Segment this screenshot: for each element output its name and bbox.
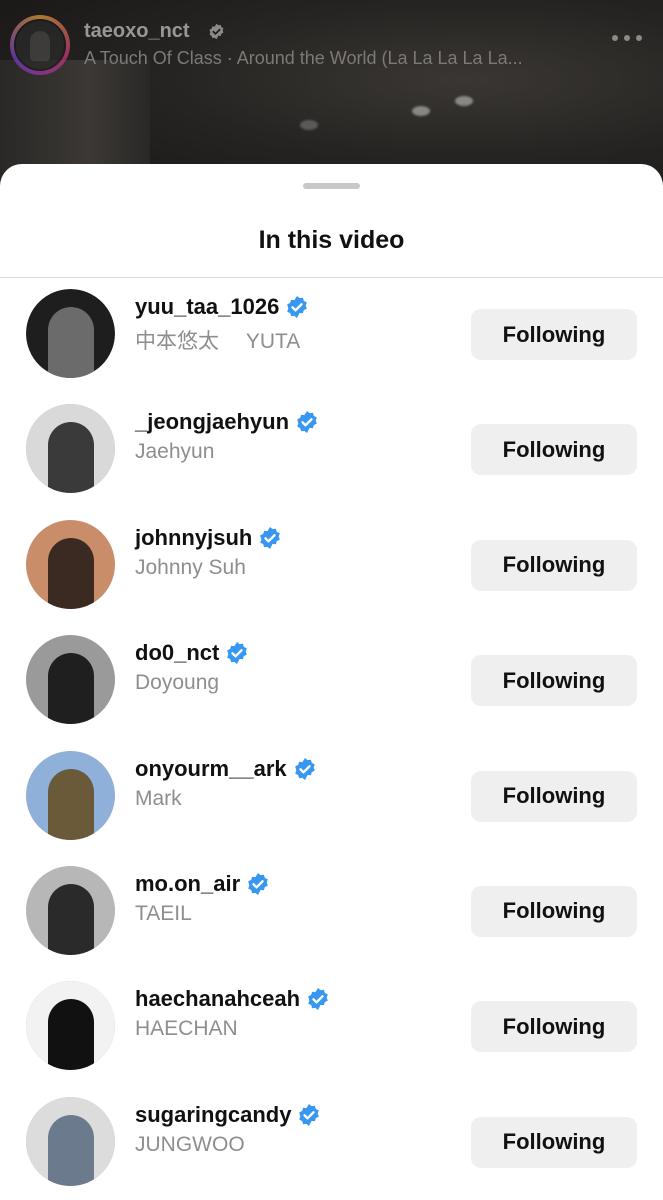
- following-button[interactable]: Following: [471, 1116, 637, 1168]
- following-button[interactable]: Following: [471, 539, 637, 591]
- sheet-title: In this video: [258, 226, 405, 254]
- username[interactable]: do0_nct: [135, 640, 219, 666]
- tagged-user-list: yuu_taa_1026 中本悠太 YUTA Following _jeongj…: [0, 277, 663, 1200]
- video-light: [455, 96, 473, 106]
- in-this-video-sheet: In this video yuu_taa_1026 中本悠太 YUTA Fol…: [0, 164, 663, 1200]
- video-light: [412, 106, 430, 116]
- full-name: Jaehyun: [135, 440, 215, 464]
- user-row-johnnyjsuh[interactable]: johnnyjsuh Johnny Suh Following: [0, 508, 663, 623]
- video-light: [300, 120, 318, 130]
- avatar[interactable]: [26, 865, 115, 955]
- user-row-sugaringcandy[interactable]: sugaringcandy JUNGWOO Following: [0, 1085, 663, 1200]
- username[interactable]: sugaringcandy: [135, 1102, 291, 1128]
- more-options-icon[interactable]: [612, 33, 642, 43]
- user-row-yuu-taa-1026[interactable]: yuu_taa_1026 中本悠太 YUTA Following: [0, 277, 663, 392]
- avatar[interactable]: [26, 1096, 115, 1186]
- username-line: _jeongjaehyun: [135, 409, 319, 435]
- avatar[interactable]: [26, 981, 115, 1071]
- verified-badge-icon: [227, 642, 248, 665]
- avatar[interactable]: [26, 519, 115, 609]
- user-row-jeongjaehyun[interactable]: _jeongjaehyun Jaehyun Following: [0, 392, 663, 507]
- verified-badge-icon: [260, 526, 281, 549]
- audio-track-subtitle[interactable]: A Touch Of Class · Around the World (La …: [84, 48, 523, 69]
- full-name: HAECHAN: [135, 1017, 238, 1041]
- username-line: do0_nct: [135, 640, 249, 666]
- following-button[interactable]: Following: [471, 1001, 637, 1053]
- full-name: Doyoung: [135, 671, 220, 695]
- following-button[interactable]: Following: [471, 885, 637, 937]
- following-button[interactable]: Following: [471, 770, 637, 822]
- verified-badge-icon: [209, 23, 224, 40]
- avatar[interactable]: [26, 750, 115, 840]
- username[interactable]: mo.on_air: [135, 871, 240, 897]
- verified-badge-icon: [248, 872, 268, 895]
- username-line: sugaringcandy: [135, 1102, 321, 1128]
- following-button[interactable]: Following: [471, 424, 637, 476]
- avatar[interactable]: [26, 635, 115, 725]
- following-button[interactable]: Following: [471, 309, 637, 360]
- header-username[interactable]: taeoxo_nct: [84, 20, 190, 43]
- following-button[interactable]: Following: [471, 655, 637, 707]
- full-name: JUNGWOO: [135, 1132, 245, 1156]
- verified-badge-icon: [308, 988, 328, 1011]
- username-line: yuu_taa_1026: [135, 294, 309, 320]
- username[interactable]: haechanahceah: [135, 986, 300, 1012]
- verified-badge-icon: [294, 757, 315, 780]
- full-name: 中本悠太 YUTA: [135, 330, 301, 353]
- verified-badge-icon: [297, 411, 317, 434]
- full-name: Johnny Suh: [135, 555, 246, 579]
- username[interactable]: johnnyjsuh: [135, 525, 252, 551]
- avatar[interactable]: [26, 404, 115, 494]
- user-row-onyourm-ark[interactable]: onyourm__ark Mark Following: [0, 739, 663, 854]
- username[interactable]: _jeongjaehyun: [135, 409, 289, 435]
- username[interactable]: onyourm__ark: [135, 756, 287, 782]
- username-line: onyourm__ark: [135, 756, 317, 782]
- sheet-grabber-handle[interactable]: [303, 183, 360, 189]
- avatar[interactable]: [26, 289, 115, 378]
- reel-header: taeoxo_nct A Touch Of Class · Around the…: [0, 0, 663, 80]
- full-name: Mark: [135, 786, 182, 810]
- verified-badge-icon: [299, 1103, 320, 1126]
- user-row-do0-nct[interactable]: do0_nct Doyoung Following: [0, 623, 663, 738]
- user-row-mo-on-air[interactable]: mo.on_air TAEIL Following: [0, 854, 663, 969]
- username-line: haechanahceah: [135, 986, 330, 1012]
- full-name: TAEIL: [135, 901, 192, 925]
- username[interactable]: yuu_taa_1026: [135, 294, 279, 320]
- username-line: mo.on_air: [135, 871, 270, 897]
- verified-badge-icon: [287, 296, 308, 318]
- header-avatar[interactable]: [10, 15, 70, 75]
- username-line: johnnyjsuh: [135, 525, 282, 551]
- user-row-haechanahceah[interactable]: haechanahceah HAECHAN Following: [0, 969, 663, 1084]
